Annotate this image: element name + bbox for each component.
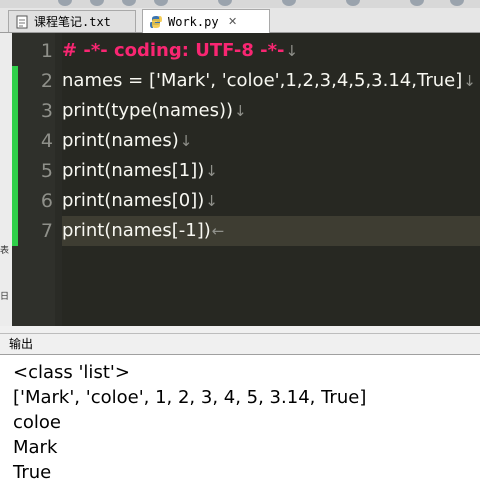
- change-marker: [12, 156, 18, 186]
- code-text: names = ['Mark', 'coloe',1,2,3,4,5,3.14,…: [62, 70, 463, 91]
- output-line: True: [13, 462, 52, 483]
- change-marker: [12, 186, 18, 216]
- output-line: coloe: [13, 412, 61, 433]
- output-title: 输出: [9, 337, 34, 351]
- tab-bar: 课程笔记.txt Work.py ✕: [0, 8, 480, 33]
- line-number: 1: [40, 40, 53, 62]
- window-top-strip: [0, 0, 480, 8]
- code-line[interactable]: print(names)↓: [62, 126, 480, 156]
- code-line[interactable]: print(type(names))↓: [62, 96, 480, 126]
- end-of-line-marker: ↓: [179, 132, 193, 150]
- code-text: print(names[0]): [62, 190, 205, 211]
- end-of-line-marker: ↓: [463, 72, 476, 90]
- end-of-line-marker: ←: [211, 222, 225, 240]
- toolbar-icon[interactable]: [410, 0, 424, 6]
- end-of-line-marker: ↓: [234, 102, 247, 120]
- side-panel-mark: 表: [0, 246, 10, 256]
- code-text: print(names[-1]): [62, 220, 211, 241]
- line-number: 5: [40, 160, 53, 182]
- change-marker: [12, 216, 18, 246]
- output-panel[interactable]: <class 'list'> ['Mark', 'coloe', 1, 2, 3,…: [0, 354, 480, 497]
- tab-notes-txt[interactable]: 课程笔记.txt: [8, 10, 136, 32]
- line-number-gutter: 1 2 3 4 5 6 7: [12, 33, 55, 326]
- toolbar-icon[interactable]: [282, 0, 296, 6]
- change-marker: [12, 126, 18, 156]
- code-editor[interactable]: 1234567 # -*- coding: UTF-8 -*-↓ names = …: [12, 33, 480, 326]
- toolbar-icon[interactable]: [154, 0, 168, 6]
- end-of-line-marker: ↓: [205, 162, 218, 180]
- line-number: 4: [40, 130, 53, 152]
- code-line[interactable]: print(names[0])↓: [62, 186, 480, 216]
- text-file-icon: [15, 15, 29, 29]
- code-text: print(type(names)): [62, 100, 234, 121]
- end-of-line-marker: ↓: [285, 42, 299, 60]
- tab-work-py[interactable]: Work.py ✕: [142, 9, 270, 33]
- toolbar-icon[interactable]: [90, 0, 104, 6]
- output-line: Mark: [13, 437, 58, 458]
- toolbar-icon[interactable]: [450, 0, 464, 6]
- code-text: print(names[1]): [62, 160, 205, 181]
- toolbar-icon[interactable]: [58, 0, 72, 6]
- tab-label: Work.py: [168, 14, 219, 29]
- close-icon[interactable]: ✕: [227, 15, 239, 28]
- change-marker: [12, 96, 18, 126]
- code-line[interactable]: print(names[1])↓: [62, 156, 480, 186]
- python-file-icon: [149, 15, 163, 29]
- line-number: 7: [40, 220, 53, 242]
- code-line[interactable]: # -*- coding: UTF-8 -*-↓: [62, 36, 480, 66]
- output-line: ['Mark', 'coloe', 1, 2, 3, 4, 5, 3.14, T…: [13, 387, 367, 408]
- change-marker: [12, 66, 18, 96]
- tab-label: 课程笔记.txt: [34, 15, 111, 29]
- toolbar-icon[interactable]: [346, 0, 360, 6]
- end-of-line-marker: ↓: [205, 192, 218, 210]
- toolbar-icon[interactable]: [122, 0, 136, 6]
- output-line: <class 'list'>: [13, 362, 130, 383]
- output-panel-header: 输出: [0, 333, 480, 354]
- line-number: 2: [40, 70, 53, 92]
- side-panel-mark: 日: [0, 292, 10, 302]
- code-line[interactable]: names = ['Mark', 'coloe',1,2,3,4,5,3.14,…: [62, 66, 480, 96]
- code-line[interactable]: print(names[-1])←: [62, 216, 480, 246]
- toolbar-icon[interactable]: [218, 0, 232, 6]
- code-text: print(names): [62, 130, 179, 151]
- line-number: 3: [40, 100, 53, 122]
- code-text: # -*- coding: UTF-8 -*-: [62, 40, 285, 61]
- line-number: 6: [40, 190, 53, 212]
- fold-margin: [55, 33, 62, 326]
